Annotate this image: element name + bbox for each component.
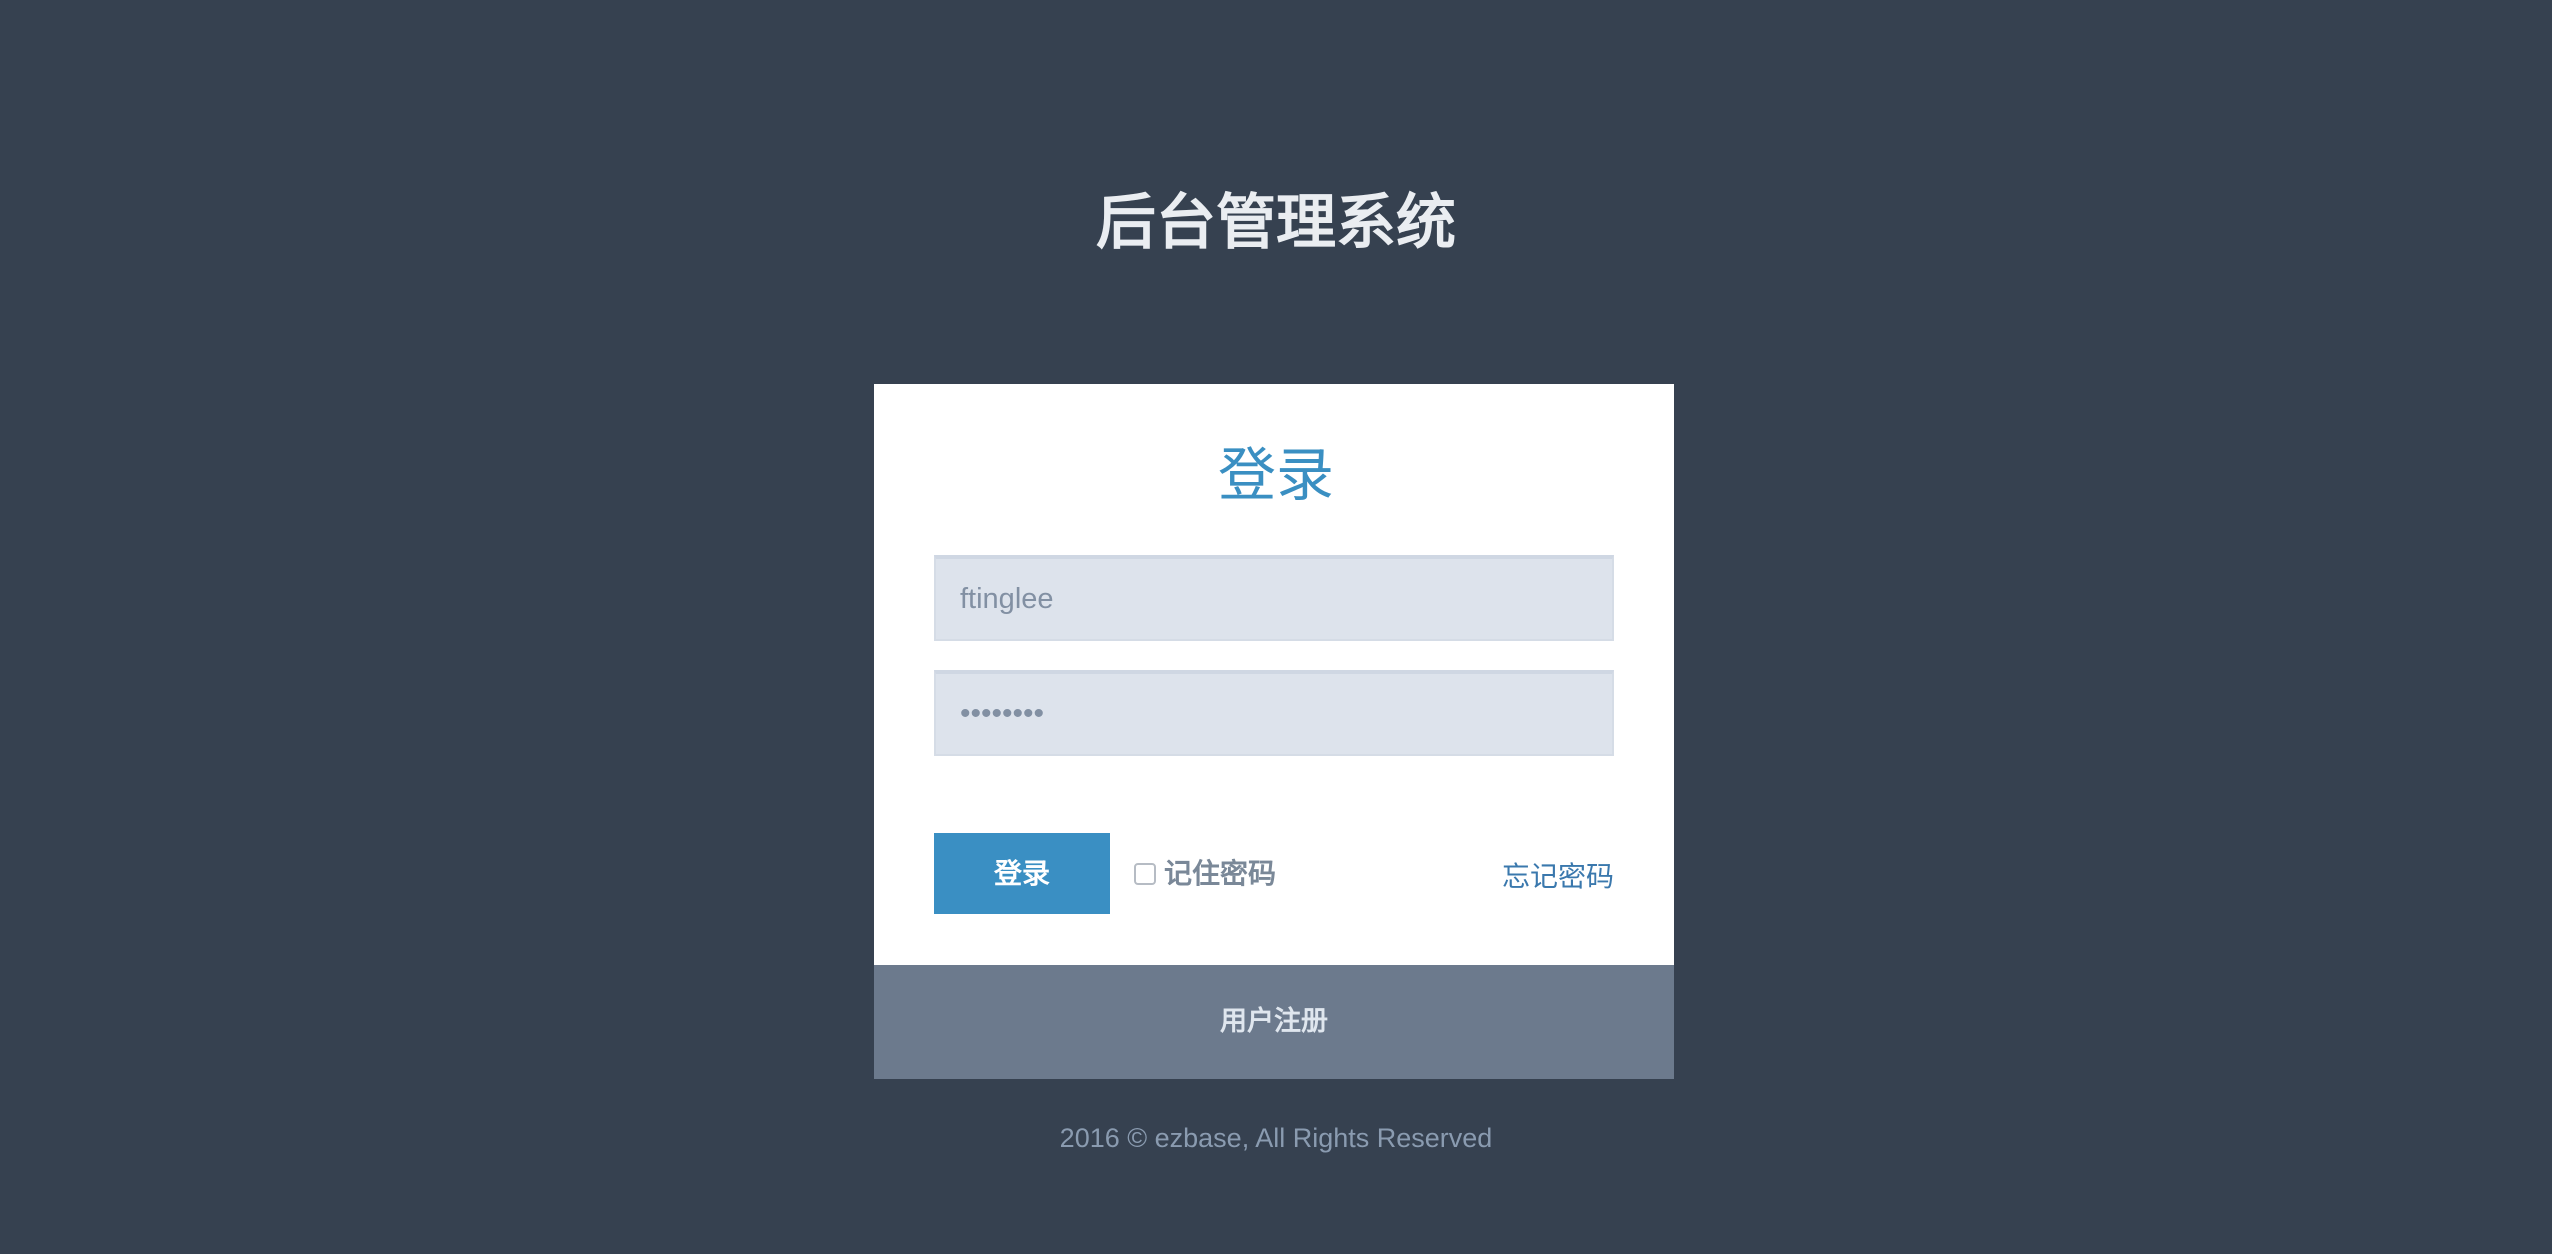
- remember-password-toggle[interactable]: 记住密码: [1134, 853, 1276, 895]
- login-page: 后台管理系统 登录 登录 记住密码 忘记密码 用户注册 2016 © ezbas…: [0, 0, 2552, 1254]
- register-button[interactable]: 用户注册: [874, 965, 1674, 1079]
- login-heading: 登录: [1217, 441, 1334, 509]
- copyright-footer: 2016 © ezbase, All Rights Reserved: [1059, 1123, 1493, 1153]
- remember-checkbox[interactable]: [1134, 863, 1156, 885]
- password-input[interactable]: [934, 670, 1614, 756]
- username-input[interactable]: [934, 555, 1614, 641]
- login-button[interactable]: 登录: [934, 833, 1110, 914]
- remember-password-label: 记住密码: [1164, 857, 1277, 890]
- site-title: 后台管理系统: [1096, 188, 1456, 258]
- forgot-password-link[interactable]: 忘记密码: [1490, 856, 1614, 898]
